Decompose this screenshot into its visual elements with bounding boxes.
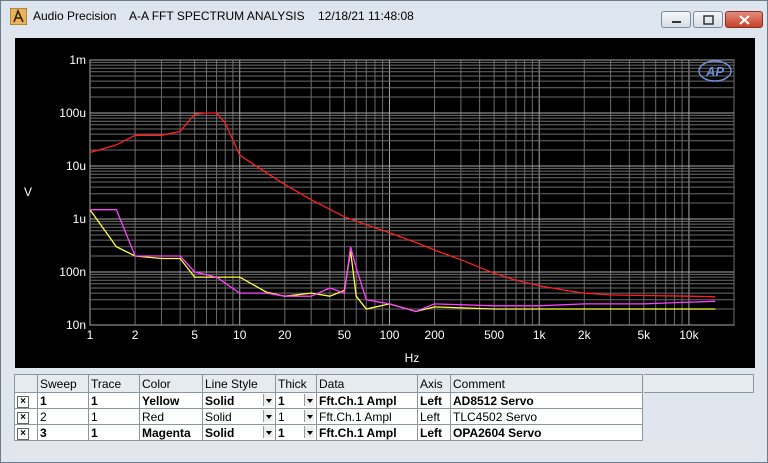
header-thick[interactable]: Thick xyxy=(275,374,317,393)
y-axis-label: V xyxy=(24,185,32,199)
x-tick-label: 10k xyxy=(679,328,699,342)
data-cell[interactable]: Fft.Ch.1 Ampl xyxy=(316,424,418,441)
header-axis[interactable]: Axis xyxy=(417,374,451,393)
color-value: Red xyxy=(142,409,165,424)
y-tick-label: 10n xyxy=(66,318,86,332)
x-tick-label: 5k xyxy=(638,328,652,342)
sweep-cell[interactable]: 1 xyxy=(37,392,89,409)
style-value: Solid xyxy=(205,425,235,440)
app-window: Audio Precision A-A FFT SPECTRUM ANALYSI… xyxy=(0,0,768,463)
x-axis-label: Hz xyxy=(405,351,420,365)
y-tick-label: 1u xyxy=(73,212,86,226)
enable-checkbox[interactable]: × xyxy=(17,412,29,424)
color-cell[interactable]: Magenta xyxy=(139,424,203,441)
axis-cell[interactable]: Left xyxy=(417,408,451,425)
trace-cell[interactable]: 1 xyxy=(88,424,140,441)
close-icon xyxy=(739,15,750,25)
thick-cell[interactable]: 1 xyxy=(275,408,317,425)
sweep-cell[interactable]: 3 xyxy=(37,424,89,441)
table-row[interactable]: × 3 1 Magenta Solid 1 Fft.Ch.1 Ampl Left… xyxy=(14,424,643,441)
header-trace[interactable]: Trace xyxy=(88,374,140,393)
thick-value: 1 xyxy=(278,425,285,440)
x-tick-label: 1k xyxy=(533,328,547,342)
color-value: Magenta xyxy=(142,425,191,440)
trace-legend-table: Sweep Trace Color Line Style Thick Data … xyxy=(14,374,643,441)
window-title: Audio Precision A-A FFT SPECTRUM ANALYSI… xyxy=(33,9,414,23)
x-tick-label: 10 xyxy=(233,328,247,342)
x-tick-label: 1 xyxy=(87,328,94,342)
line-style-cell[interactable]: Solid xyxy=(202,424,276,441)
enable-checkbox[interactable]: × xyxy=(17,396,29,408)
x-tick-label: 2k xyxy=(578,328,592,342)
comment-cell[interactable]: AD8512 Servo xyxy=(450,392,643,409)
color-cell[interactable]: Yellow xyxy=(139,392,203,409)
chart-panel: 1m 100u 10u 1u 100n 10n 1 2 5 10 20 50 100 200 500 1k 2k… xyxy=(15,38,755,368)
header-comment[interactable]: Comment xyxy=(450,374,643,393)
title-bar[interactable]: Audio Precision A-A FFT SPECTRUM ANALYSI… xyxy=(1,1,767,31)
color-value: Yellow xyxy=(142,393,180,408)
chevron-down-icon[interactable] xyxy=(263,409,273,422)
x-tick-label: 500 xyxy=(484,328,504,342)
line-style-cell[interactable]: Solid xyxy=(202,408,276,425)
header-color[interactable]: Color xyxy=(139,374,203,393)
fft-chart: 1m 100u 10u 1u 100n 10n1 2 5 10 20 50 100 200 500 1k 2k… xyxy=(24,53,735,365)
thick-cell[interactable]: 1 xyxy=(275,392,317,409)
comment-cell[interactable]: OPA2604 Servo xyxy=(450,424,643,441)
chevron-down-icon[interactable] xyxy=(263,425,273,438)
logo-text: AP xyxy=(705,64,724,79)
y-tick-label: 10u xyxy=(66,159,86,173)
header-sweep[interactable]: Sweep xyxy=(37,374,89,393)
trace-cell[interactable]: 1 xyxy=(88,408,140,425)
y-tick-label: 1m xyxy=(69,53,86,67)
close-button[interactable] xyxy=(725,11,763,28)
data-cell[interactable]: Fft.Ch.1 Ampl xyxy=(316,408,418,425)
header-check xyxy=(14,374,38,393)
style-value: Solid xyxy=(205,409,232,424)
table-empty-area xyxy=(14,441,755,459)
maximize-button[interactable] xyxy=(693,11,723,28)
y-tick-label: 100u xyxy=(59,106,86,120)
table-header-filler xyxy=(644,374,754,393)
x-tick-label: 200 xyxy=(425,328,445,342)
maximize-icon xyxy=(703,15,714,25)
thick-value: 1 xyxy=(278,409,285,424)
header-data[interactable]: Data xyxy=(316,374,418,393)
enable-checkbox[interactable]: × xyxy=(17,428,29,440)
comment-cell[interactable]: TLC4502 Servo xyxy=(450,408,643,425)
thick-value: 1 xyxy=(278,393,285,408)
thick-cell[interactable]: 1 xyxy=(275,424,317,441)
table-row[interactable]: × 2 1 Red Solid 1 Fft.Ch.1 Ampl Left TLC… xyxy=(14,408,643,425)
x-tick-label: 20 xyxy=(278,328,292,342)
sweep-cell[interactable]: 2 xyxy=(37,408,89,425)
line-style-cell[interactable]: Solid xyxy=(202,392,276,409)
chevron-down-icon[interactable] xyxy=(304,393,314,406)
minimize-icon xyxy=(672,21,681,23)
plot-frame xyxy=(89,59,735,326)
chevron-down-icon[interactable] xyxy=(304,425,314,438)
data-cell[interactable]: Fft.Ch.1 Ampl xyxy=(316,392,418,409)
y-tick-label: 100n xyxy=(59,265,86,279)
style-value: Solid xyxy=(205,393,235,408)
x-tick-label: 2 xyxy=(132,328,139,342)
chevron-down-icon[interactable] xyxy=(304,409,314,422)
header-line-style[interactable]: Line Style xyxy=(202,374,276,393)
minimize-button[interactable] xyxy=(661,11,691,28)
axis-cell[interactable]: Left xyxy=(417,392,451,409)
x-tick-label: 50 xyxy=(338,328,352,342)
app-icon[interactable] xyxy=(10,8,27,25)
axis-cell[interactable]: Left xyxy=(417,424,451,441)
x-tick-label: 100 xyxy=(379,328,399,342)
color-cell[interactable]: Red xyxy=(139,408,203,425)
chevron-down-icon[interactable] xyxy=(263,393,273,406)
table-row[interactable]: × 1 1 Yellow Solid 1 Fft.Ch.1 Ampl Left … xyxy=(14,392,643,409)
trace-cell[interactable]: 1 xyxy=(88,392,140,409)
x-tick-label: 5 xyxy=(191,328,198,342)
